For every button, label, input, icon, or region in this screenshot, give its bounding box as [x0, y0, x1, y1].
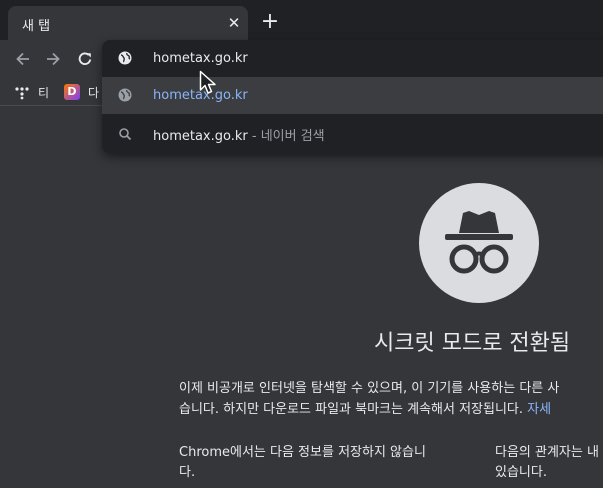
- intro-line: 이제 비공개로 인터넷을 탐색할 수 있으며, 이 기기를 사용하는 다른 사: [179, 381, 560, 396]
- page-title: 시크릿 모드로 전환됨: [374, 331, 571, 356]
- intro-paragraph: 이제 비공개로 인터넷을 탐색할 수 있으며, 이 기기를 사용하는 다른 사 …: [179, 378, 603, 420]
- suggestion-separator: -: [247, 129, 261, 144]
- bookmark-item[interactable]: D 다: [64, 82, 99, 102]
- bookmark-label: 다: [88, 85, 100, 100]
- omnibox-suggestion[interactable]: hometax.go.kr - 네이버 검색: [102, 116, 603, 153]
- tmap-icon: [14, 84, 30, 100]
- intro-line-text: 습니다. 하지만 다운로드 파일과 북마크는 계속해서 저장됩니다.: [179, 402, 528, 417]
- section-text: 다음의 관계자는 내: [495, 445, 599, 460]
- back-button[interactable]: [12, 48, 34, 70]
- reload-icon: [78, 52, 92, 65]
- globe-icon: [118, 51, 132, 65]
- bookmark-item[interactable]: 티: [14, 82, 49, 102]
- bookmark-label: 티: [38, 85, 50, 100]
- section-text: Chrome에서는 다음 정보를 저장하지 않습니: [179, 445, 426, 460]
- suggestion-search: hometax.go.kr - 네이버 검색: [153, 125, 325, 144]
- new-tab-button[interactable]: +: [258, 11, 282, 35]
- intro-line: 습니다. 하지만 다운로드 파일과 북마크는 계속해서 저장됩니다. 자세: [179, 399, 603, 420]
- forward-button[interactable]: [42, 48, 64, 70]
- section-text: 다.: [179, 465, 196, 480]
- omnibox-dropdown: hometax.go.kr hometax.go.kr hometax.go.k…: [102, 40, 603, 153]
- arrow-right-icon: [47, 52, 60, 66]
- omnibox-input-row[interactable]: hometax.go.kr: [102, 40, 603, 77]
- tab-new-tab[interactable]: 새 탭 ✕: [8, 6, 248, 40]
- tab-title: 새 탭: [22, 19, 51, 34]
- learn-more-link[interactable]: 자세: [527, 402, 551, 417]
- search-icon: [119, 128, 132, 141]
- omnibox-suggestion[interactable]: hometax.go.kr: [102, 77, 603, 114]
- arrow-left-icon: [16, 52, 29, 66]
- incognito-icon: [419, 183, 539, 303]
- mouse-cursor-icon: [199, 70, 216, 94]
- close-icon[interactable]: ✕: [224, 13, 244, 33]
- reload-button[interactable]: [74, 48, 96, 70]
- suggestion-engine: 네이버 검색: [260, 129, 325, 144]
- not-saved-section: Chrome에서는 다음 정보를 저장하지 않습니 다.: [179, 443, 426, 483]
- omnibox-input[interactable]: hometax.go.kr: [153, 51, 248, 66]
- globe-icon: [118, 88, 132, 102]
- visible-to-section: 다음의 관계자는 내 있습니다.: [495, 443, 599, 483]
- section-text: 있습니다.: [495, 465, 547, 480]
- suggestion-query: hometax.go.kr: [153, 129, 248, 144]
- d-logo-icon: D: [64, 84, 80, 100]
- tab-strip: 새 탭 ✕ +: [0, 0, 603, 40]
